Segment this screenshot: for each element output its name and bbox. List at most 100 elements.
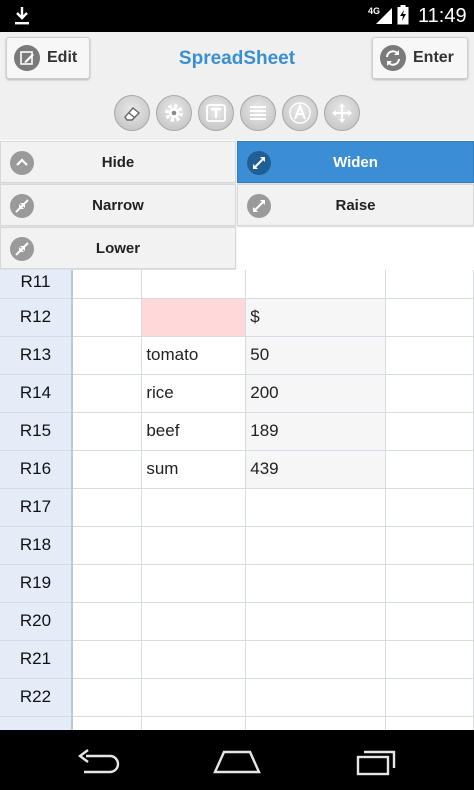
eraser-tool-button[interactable]: [114, 95, 150, 131]
grid-cell[interactable]: [245, 602, 387, 641]
table-row: R18: [0, 526, 474, 565]
grid-cell[interactable]: [71, 270, 143, 299]
grid-cell[interactable]: [385, 678, 474, 717]
narrow-label: Narrow: [92, 196, 144, 214]
move-icon: [332, 103, 352, 123]
grid-cell[interactable]: [245, 526, 387, 565]
eraser-icon: [124, 107, 141, 121]
grid-cell[interactable]: [141, 678, 247, 717]
spreadsheet-grid: R11 R12 $ R13 tomato 50 R14 rice 200 R15 beef 189 R1…: [0, 270, 474, 730]
font-tool-button[interactable]: [282, 95, 318, 131]
grid-cell[interactable]: [141, 270, 247, 299]
grid-cell[interactable]: [71, 412, 143, 451]
grid-cell[interactable]: [385, 602, 474, 641]
grid-cell[interactable]: 439: [245, 450, 387, 489]
grid-cell[interactable]: [385, 450, 474, 489]
grid-cell[interactable]: 189: [245, 412, 387, 451]
shrink-icon: [10, 237, 34, 261]
grid-cell[interactable]: rice: [141, 374, 247, 413]
chevron-up-icon: [10, 151, 34, 175]
grid-cell[interactable]: [385, 412, 474, 451]
enter-label: Enter: [413, 49, 454, 66]
settings-tool-button[interactable]: [156, 95, 192, 131]
grid-cell[interactable]: [385, 336, 474, 375]
grid-cell[interactable]: [71, 336, 143, 375]
table-row: [0, 716, 474, 730]
row-header[interactable]: R16: [0, 450, 73, 489]
grid-cell[interactable]: $: [245, 298, 387, 337]
status-bar: 4G 11:49: [0, 0, 474, 32]
grid-cell[interactable]: [245, 678, 387, 717]
grid-cell[interactable]: [71, 678, 143, 717]
grid-cell[interactable]: [71, 716, 143, 730]
gear-icon: [165, 104, 183, 122]
grid-cell[interactable]: [141, 716, 247, 730]
grid-cell[interactable]: [385, 298, 474, 337]
row-header[interactable]: [0, 716, 73, 730]
grid-cell[interactable]: [71, 298, 143, 337]
grid-cell[interactable]: [245, 564, 387, 603]
grid-cell[interactable]: [385, 716, 474, 730]
row-header[interactable]: R21: [0, 640, 73, 679]
grid-cell[interactable]: [71, 374, 143, 413]
grid-cell[interactable]: [385, 374, 474, 413]
grid-cell[interactable]: [71, 488, 143, 527]
grid-cell[interactable]: [385, 488, 474, 527]
app-title: SpreadSheet: [178, 48, 296, 69]
row-header[interactable]: R19: [0, 564, 73, 603]
row-header[interactable]: R17: [0, 488, 73, 527]
grid-cell[interactable]: [71, 526, 143, 565]
grid-cell[interactable]: 50: [245, 336, 387, 375]
text-tool-button[interactable]: [198, 95, 234, 131]
grid-cell[interactable]: [385, 640, 474, 679]
toolbar: [114, 95, 360, 131]
move-tool-button[interactable]: [324, 95, 360, 131]
grid-cell[interactable]: [385, 270, 474, 299]
table-row: R16 sum 439: [0, 450, 474, 489]
grid-cell[interactable]: [385, 564, 474, 603]
grid-cell[interactable]: [71, 450, 143, 489]
grid-cell[interactable]: tomato: [141, 336, 247, 375]
narrow-button[interactable]: Narrow: [0, 184, 236, 226]
row-header[interactable]: R22: [0, 678, 73, 717]
hide-button[interactable]: Hide: [0, 141, 236, 183]
grid-cell[interactable]: [245, 716, 387, 730]
back-icon[interactable]: [76, 748, 122, 774]
grid-cell[interactable]: [71, 564, 143, 603]
grid-cell[interactable]: [141, 298, 247, 337]
row-header[interactable]: R13: [0, 336, 73, 375]
widen-button[interactable]: Widen: [237, 141, 474, 183]
expand-icon: [247, 151, 271, 175]
grid-cell[interactable]: [71, 640, 143, 679]
enter-button[interactable]: Enter: [372, 37, 468, 79]
edit-icon: [14, 45, 40, 71]
row-header[interactable]: R11: [0, 270, 73, 299]
grid-cell[interactable]: sum: [141, 450, 247, 489]
grid-cell[interactable]: beef: [141, 412, 247, 451]
lower-button[interactable]: Lower: [0, 227, 236, 269]
grid-cell[interactable]: [141, 602, 247, 641]
table-row: R20: [0, 602, 474, 641]
home-icon[interactable]: [212, 748, 262, 774]
align-tool-button[interactable]: [240, 95, 276, 131]
row-header[interactable]: R14: [0, 374, 73, 413]
grid-cell[interactable]: [245, 488, 387, 527]
table-row: R13 tomato 50: [0, 336, 474, 375]
row-header[interactable]: R18: [0, 526, 73, 565]
row-header[interactable]: R15: [0, 412, 73, 451]
grid-cell[interactable]: [141, 564, 247, 603]
grid-cell[interactable]: [385, 526, 474, 565]
recent-apps-icon[interactable]: [354, 748, 400, 776]
grid-cell[interactable]: [245, 270, 387, 299]
grid-cell[interactable]: [141, 640, 247, 679]
grid-cell[interactable]: [141, 526, 247, 565]
grid-cell[interactable]: [71, 602, 143, 641]
edit-button[interactable]: Edit: [6, 37, 90, 79]
row-header[interactable]: R20: [0, 602, 73, 641]
row-header[interactable]: R12: [0, 298, 73, 337]
grid-cell[interactable]: [245, 640, 387, 679]
grid-cell[interactable]: [141, 488, 247, 527]
hide-label: Hide: [101, 153, 135, 171]
grid-cell[interactable]: 200: [245, 374, 387, 413]
raise-button[interactable]: Raise: [237, 184, 474, 226]
